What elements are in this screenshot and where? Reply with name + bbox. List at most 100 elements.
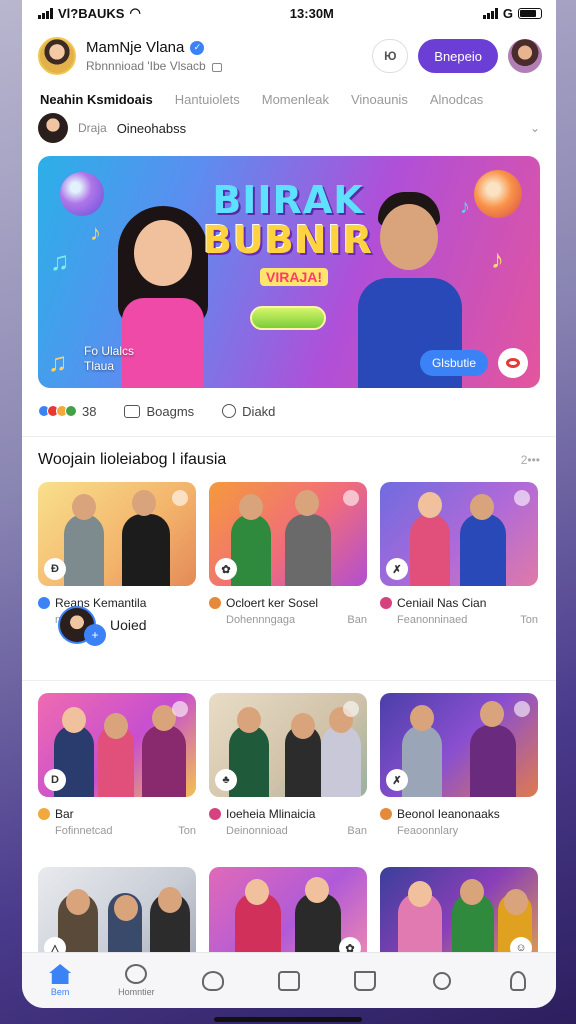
account-name: Oineohabss	[116, 120, 187, 136]
video-card[interactable]: ✿	[209, 867, 367, 965]
bubble-decoration	[60, 172, 104, 216]
reactions-icon[interactable]	[38, 405, 77, 417]
record-button[interactable]	[498, 348, 528, 378]
tab-4[interactable]: Vinoaunis	[351, 92, 408, 112]
banner-title-line2: BUBNIR	[203, 218, 373, 262]
tab-1[interactable]: Neahin Ksmidoais	[40, 92, 153, 112]
nav-search[interactable]	[414, 971, 470, 990]
music-note-icon: ♫	[50, 246, 70, 276]
banner-title-line1: BIIRAK	[212, 178, 364, 222]
nav-home[interactable]: Bem	[32, 964, 88, 997]
profile-name[interactable]: MamNje Vlana	[86, 39, 184, 56]
section-title: Woojain lioleiabog l ifausia	[38, 450, 227, 468]
video-card[interactable]: ✗ Beonol Ieanonaaks Feaoonnlary	[380, 693, 538, 837]
card-title: Ioeheia Mlinaicia	[226, 807, 316, 821]
banner-caption: Fo Ulalcs Tlaua	[84, 344, 134, 374]
nav-play[interactable]: Homntier	[108, 964, 164, 997]
record-icon	[506, 358, 520, 368]
comment-icon	[124, 404, 141, 418]
music-note-icon: ♪	[90, 220, 101, 245]
channel-dot	[209, 597, 221, 609]
profile-name-row: MamNje Vlana ✓	[86, 39, 362, 56]
comments-button[interactable]: Boagms	[124, 404, 194, 419]
square-icon	[277, 970, 300, 991]
featured-banner[interactable]: ♫ ♪ ♪ ♪ ♫ BIIRAK BUBNIR VIRAJA! Fo Ulalc…	[38, 156, 540, 388]
nav-create[interactable]	[261, 970, 317, 991]
chevron-down-icon[interactable]: ⌄	[530, 121, 540, 135]
suggested-user-chip[interactable]: + Uoied	[58, 606, 147, 646]
channel-dot	[38, 808, 50, 820]
card-meta: Dohennngaga Ban	[209, 614, 367, 626]
banner-title: BIIRAK BUBNIR	[198, 180, 378, 260]
video-thumbnail[interactable]: ✿	[209, 867, 367, 965]
share-button[interactable]: Diakd	[222, 404, 275, 419]
video-card[interactable]: ☺	[380, 867, 538, 965]
status-time: 13:30M	[289, 5, 334, 21]
card-title: Beonol Ieanonaaks	[397, 807, 500, 821]
card-title: Ceniail Nas Cian	[397, 596, 487, 610]
status-left: Vl?BAUKS ◠	[38, 5, 141, 21]
card-meta-right: Ton	[520, 614, 538, 626]
card-meta-left: Fofinnetcad	[55, 825, 113, 837]
nav-library[interactable]	[337, 970, 393, 991]
badge-icon	[514, 490, 530, 506]
video-thumbnail[interactable]: D	[38, 693, 196, 797]
battery-icon	[518, 7, 542, 19]
video-card[interactable]: ✿ Ocloert ker Sosel Dohennngaga Ban	[209, 482, 367, 626]
header-icon-button[interactable]: Ю	[372, 39, 409, 73]
card-title-row: Ceniail Nas Cian	[380, 596, 538, 610]
profile-header: MamNje Vlana ✓ Rbnnnioad 'Ibe Vlsacb Ю B…	[22, 26, 556, 86]
video-thumbnail[interactable]: ✗	[380, 482, 538, 586]
tab-2[interactable]: Hantuiolets	[175, 92, 240, 112]
plus-icon[interactable]: +	[84, 624, 106, 646]
primary-action-button[interactable]: Bnepeio	[418, 39, 498, 73]
video-thumbnail[interactable]: ☺	[380, 867, 538, 965]
video-thumbnail[interactable]: Ð	[38, 482, 196, 586]
banner-caption-line1: Fo Ulalcs	[84, 344, 135, 358]
video-thumbnail[interactable]: ✗	[380, 693, 538, 797]
lock-icon	[211, 62, 222, 72]
card-meta-left: Deinonnioad	[226, 825, 288, 837]
video-card[interactable]: ✗ Ceniail Nas Cian Feanonninaed Ton	[380, 482, 538, 626]
suggested-user-avatar[interactable]: +	[58, 606, 106, 646]
nav-home-label: Bem	[50, 987, 70, 997]
tab-5[interactable]: Alnodcas	[430, 92, 483, 112]
video-grid-row-1: Ð Reans Kemantila nad ✿ Ocloert ker Sose…	[22, 482, 556, 626]
account-selector[interactable]: Draja Oineohabss ⌄	[22, 112, 556, 144]
nav-heart[interactable]	[185, 970, 241, 991]
account-avatar	[38, 113, 68, 143]
badge-icon	[514, 701, 530, 717]
music-note-icon: ♫	[48, 347, 68, 377]
card-icon: ♣	[215, 769, 237, 791]
share-label: Diakd	[242, 403, 276, 419]
card-title-row: Ioeheia Mlinaicia	[209, 807, 367, 821]
profile-text: MamNje Vlana ✓ Rbnnnioad 'Ibe Vlsacb	[86, 39, 362, 73]
signal-icon	[38, 7, 53, 19]
comments-label: Boagms	[146, 403, 195, 419]
banner-pill-decoration	[250, 306, 326, 330]
video-thumbnail[interactable]: ♣	[209, 693, 367, 797]
nav-profile[interactable]	[490, 970, 546, 991]
phone-screen: Vl?BAUKS ◠ 13:30M G MamNje Vlana ✓ Rbnnn…	[22, 0, 556, 1008]
user-avatar[interactable]	[508, 39, 542, 73]
card-icon: ✿	[215, 558, 237, 580]
network-label: G	[502, 5, 513, 21]
search-icon	[432, 971, 451, 990]
badge-icon	[343, 701, 359, 717]
video-thumbnail[interactable]: ✿	[209, 482, 367, 586]
card-icon: ✗	[386, 769, 408, 791]
video-card[interactable]: △	[38, 867, 196, 965]
profile-avatar[interactable]	[38, 37, 76, 75]
card-meta: Feanonninaed Ton	[380, 614, 538, 626]
video-card[interactable]: D Bar Fofinnetcad Ton	[38, 693, 196, 837]
video-card[interactable]: Ð Reans Kemantila nad	[38, 482, 196, 626]
tab-3[interactable]: Momenleak	[262, 92, 329, 112]
banner-action-button[interactable]: Glsbutie	[419, 350, 488, 376]
video-card[interactable]: ♣ Ioeheia Mlinaicia Deinonnioad Ban	[209, 693, 367, 837]
card-meta: Fofinnetcad Ton	[38, 825, 196, 837]
engagement-bar: 38 Boagms Diakd	[22, 388, 556, 434]
card-meta: Deinonnioad Ban	[209, 825, 367, 837]
see-more-link[interactable]: 2•••	[521, 453, 540, 467]
home-indicator	[214, 1017, 362, 1022]
video-thumbnail[interactable]: △	[38, 867, 196, 965]
